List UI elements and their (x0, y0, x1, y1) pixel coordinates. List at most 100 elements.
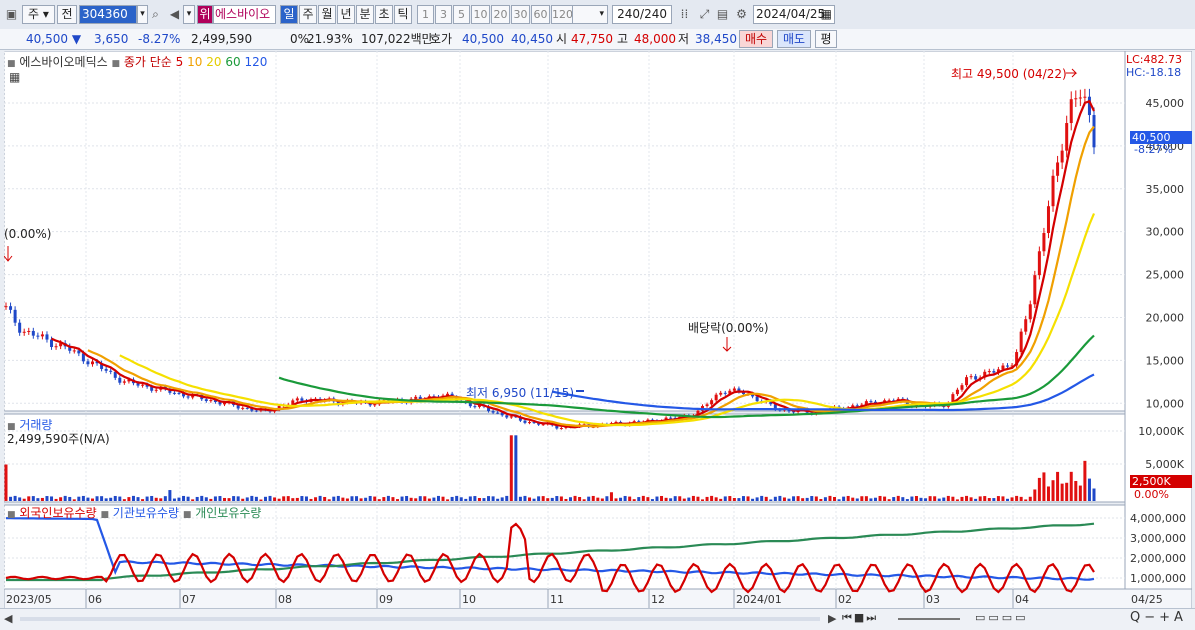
market-select-label: 주 (28, 7, 40, 21)
stock-code-input[interactable]: 304360 (79, 5, 137, 24)
calendar-icon[interactable]: ▦ (821, 6, 832, 23)
volume-bar (919, 497, 923, 501)
candle-body (505, 415, 509, 418)
candle-body (1037, 251, 1041, 276)
candle-body (373, 404, 377, 406)
volume-bar (828, 495, 832, 501)
chart-area[interactable]: 45,000 40,000 35,000 30,000 25,000 20,000 15,0… (3, 50, 1193, 611)
volume-bar (27, 496, 31, 501)
volume-bar (487, 496, 491, 501)
chart-svg[interactable]: 45,00040,00035,00030,00025,00020,00015,0… (3, 50, 1193, 611)
volume-bar (969, 497, 973, 501)
volume-bar (505, 495, 509, 501)
volume-bar (951, 496, 955, 501)
volume-bar (427, 498, 431, 501)
window-icon[interactable]: ▣ (3, 5, 20, 24)
speaker-dropdown-button[interactable]: ▾ (183, 5, 195, 24)
volume-bar (741, 496, 745, 501)
interval-button[interactable]: 3 (435, 5, 452, 24)
volume-bar (1078, 485, 1082, 501)
interval-button[interactable]: 10 (471, 5, 490, 24)
volume-axis-label: 5,000K (1145, 458, 1184, 471)
save-icon[interactable]: ▤ (714, 5, 731, 24)
volume-bar (864, 496, 868, 501)
volume-bar (878, 495, 882, 501)
volume-bar (496, 498, 500, 501)
calculator-icon[interactable]: ▦ (9, 70, 20, 84)
volume-bar (837, 499, 841, 501)
candle-body (509, 416, 513, 418)
timeframe-tab[interactable]: 월 (318, 5, 336, 24)
timeframe-tab[interactable]: 일 (280, 5, 298, 24)
volume-bar (482, 498, 486, 501)
zoom-controls[interactable]: Q−+A (1130, 610, 1187, 625)
interval-button[interactable]: 60 (531, 5, 550, 24)
low-label: 저 (678, 32, 690, 46)
legend-square-icon: ■ (182, 510, 192, 520)
dots-icon[interactable]: ⁞⁞ (676, 5, 693, 24)
evaluate-button[interactable]: 평 (815, 30, 837, 48)
candle-body (1069, 99, 1073, 124)
period-select[interactable]: 전 (57, 5, 77, 24)
volume-bar (869, 498, 873, 501)
volume-bar (177, 497, 181, 501)
interval-button[interactable]: 120 (551, 5, 573, 24)
scroll-left-icon[interactable]: ◀ (4, 612, 12, 625)
count-input[interactable]: 240/240 (612, 5, 672, 24)
volume-bar (646, 497, 650, 501)
sell-button[interactable]: 매도 (777, 30, 811, 48)
interval-button[interactable]: 5 (453, 5, 470, 24)
candle-body (523, 420, 527, 423)
timeframe-tab[interactable]: 초 (375, 5, 393, 24)
search-icon[interactable]: ⌕ (147, 5, 164, 24)
volume-bar (641, 495, 645, 501)
volume-bar (509, 435, 513, 501)
candle-body (965, 377, 969, 386)
volume-bar (1092, 488, 1096, 501)
volume-bar (842, 496, 846, 501)
interval-button[interactable]: 20 (491, 5, 510, 24)
timeframe-tab[interactable]: 틱 (394, 5, 412, 24)
price-axis-label: 15,000 (1146, 354, 1185, 367)
buy-button[interactable]: 매수 (739, 30, 773, 48)
volume-bar (327, 499, 331, 501)
hc-value: HC:-18.18 (1126, 66, 1182, 79)
candle-body (496, 412, 500, 414)
volume-bar (259, 499, 263, 501)
playback-controls[interactable]: ⏮■⏭ (842, 611, 878, 625)
market-select[interactable]: 주 ▾ (22, 5, 55, 24)
candle-body (719, 392, 723, 395)
interval-button[interactable]: 1 (417, 5, 434, 24)
volume-bar (131, 495, 135, 501)
volume-bar (1083, 460, 1087, 501)
interval-button[interactable]: 30 (511, 5, 530, 24)
time-axis-label: 12 (651, 593, 665, 606)
volume-bar (345, 498, 349, 501)
candle-body (104, 368, 108, 371)
candle-body (473, 406, 477, 408)
candle-body (9, 306, 13, 310)
low-annotation: 최저 6,950 (11/15) (466, 386, 575, 400)
settings-gear-icon[interactable]: ⚙ (733, 5, 750, 24)
horizontal-scrollbar[interactable] (20, 617, 820, 621)
scroll-right-icon[interactable]: ▶ (828, 612, 836, 625)
candle-body (1083, 96, 1087, 98)
crosshair-icon[interactable]: ⤢ (696, 5, 713, 24)
volume-bar (436, 495, 440, 501)
volume-bar (1056, 471, 1060, 501)
volume-bar (364, 497, 368, 501)
legend-ma-type: 종가 단순 (123, 55, 172, 69)
date-input[interactable]: 2024/04/25 ▦ (753, 5, 835, 24)
timeframe-tab[interactable]: 주 (299, 5, 317, 24)
timeframe-tab[interactable]: 년 (337, 5, 355, 24)
speaker-icon[interactable]: ◀ (166, 5, 183, 24)
volume-bar (1087, 478, 1091, 501)
interval-custom-select[interactable]: ▾ (572, 5, 608, 24)
layout-icons[interactable]: ▭▭▭▭ (975, 611, 1029, 624)
zoom-slider[interactable] (898, 618, 960, 620)
stock-name-field[interactable]: 에스바이오 (213, 5, 276, 24)
timeframe-tab[interactable]: 분 (356, 5, 374, 24)
candle-body (987, 371, 991, 373)
candle-body (300, 398, 304, 401)
candle-body (528, 422, 532, 424)
